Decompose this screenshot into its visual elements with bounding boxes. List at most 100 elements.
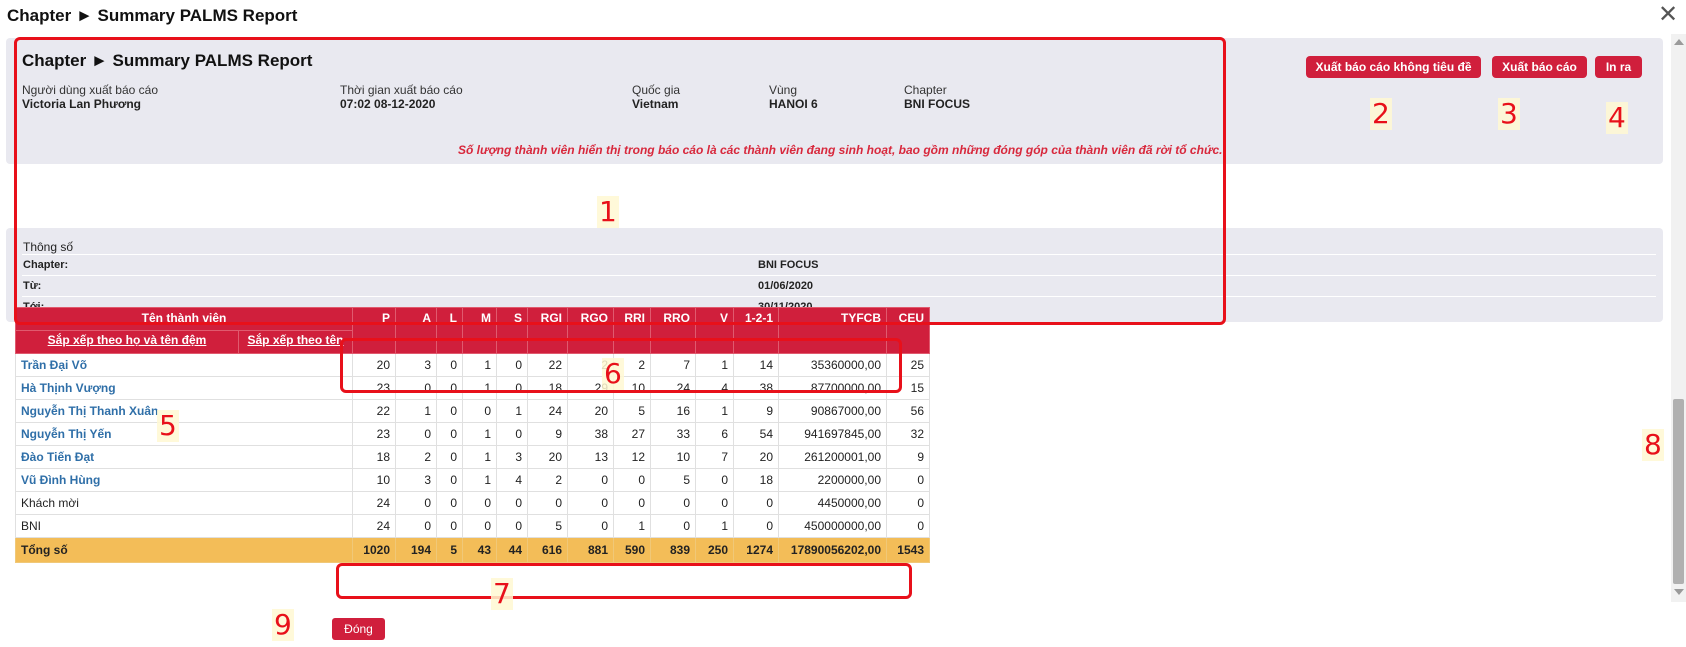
metric-cell: 1	[496, 399, 528, 423]
member-name-link[interactable]: Đào Tiến Đạt	[21, 450, 94, 464]
metric-cell: 261200001,00	[778, 445, 887, 469]
metric-cell: 20	[527, 445, 568, 469]
metric-cell: 0	[395, 422, 437, 446]
metric-cell: 20	[733, 445, 779, 469]
metric-cell: 1	[695, 514, 734, 538]
annotation-label-3: 3	[1498, 97, 1520, 130]
metric-cell: 0	[886, 468, 930, 492]
table-row: Nguyễn Thị Thanh Xuân 22 1 0 0 1 24 20 5 16 1 9 9086…	[15, 399, 930, 423]
member-name-link[interactable]: Trần Đại Võ	[21, 358, 87, 372]
metric-cell: 18	[733, 468, 779, 492]
scroll-down-arrow-icon[interactable]	[1674, 589, 1684, 595]
member-name-text: BNI	[21, 519, 42, 533]
total-cell: 1020	[352, 537, 396, 563]
close-icon[interactable]: ✕	[1657, 3, 1679, 27]
metric-cell: 3	[395, 468, 437, 492]
scroll-up-arrow-icon[interactable]	[1674, 39, 1684, 45]
sort-by-full-name-link[interactable]: Sắp xếp theo họ và tên đệm	[48, 333, 207, 347]
metric-cell: 10	[352, 468, 396, 492]
metric-cell: 4	[496, 468, 528, 492]
annotation-label-1: 1	[597, 195, 619, 228]
metric-cell: 0	[496, 491, 528, 515]
member-name-cell: Nguyễn Thị Yến	[15, 422, 353, 446]
sort-by-first-name-cell: Sắp xếp theo tên	[238, 330, 353, 354]
metric-cell: 24	[527, 399, 568, 423]
metric-cell: 24	[352, 514, 396, 538]
metric-cell: 0	[733, 491, 779, 515]
total-cell: 881	[567, 537, 614, 563]
member-name-cell: Vũ Đình Hùng	[15, 468, 353, 492]
member-name-cell: Đào Tiến Đạt	[15, 445, 353, 469]
metric-cell: 13	[567, 445, 614, 469]
vertical-scrollbar[interactable]	[1671, 34, 1686, 602]
metric-cell: 1	[462, 422, 497, 446]
annotation-label-4: 4	[1606, 101, 1628, 134]
metric-cell: 9	[886, 445, 930, 469]
annotation-label-8: 8	[1642, 428, 1664, 461]
metric-cell: 18	[352, 445, 396, 469]
metric-cell: 0	[395, 491, 437, 515]
metric-cell: 1	[462, 468, 497, 492]
metric-cell: 0	[886, 514, 930, 538]
metric-cell: 941697845,00	[778, 422, 887, 446]
metric-cell: 5	[613, 399, 651, 423]
metric-cell: 23	[352, 422, 396, 446]
table-row: Khách mời 24 0 0 0 0 0 0 0 0 0 0 4450000,00 0	[15, 491, 930, 515]
metric-cell: 0	[567, 491, 614, 515]
total-cell: 839	[650, 537, 696, 563]
total-cell: 5	[436, 537, 463, 563]
scrollbar-thumb[interactable]	[1673, 399, 1684, 584]
metric-cell: 2	[395, 445, 437, 469]
export-button[interactable]: Xuất báo cáo	[1492, 56, 1587, 78]
metric-cell: 22	[352, 399, 396, 423]
metric-cell: 0	[436, 468, 463, 492]
total-cell: 1274	[733, 537, 779, 563]
member-name-text: Khách mời	[21, 496, 79, 510]
metric-cell: 3	[496, 445, 528, 469]
metric-cell: 0	[462, 514, 497, 538]
annotation-label-9: 9	[272, 608, 294, 641]
member-name-link[interactable]: Vũ Đình Hùng	[21, 473, 100, 487]
close-button[interactable]: Đóng	[332, 618, 385, 640]
annotation-label-5: 5	[157, 409, 179, 442]
annotation-box-7	[336, 563, 912, 599]
metric-cell: 2	[527, 468, 568, 492]
metric-cell: 90867000,00	[778, 399, 887, 423]
sort-by-first-name-link[interactable]: Sắp xếp theo tên	[247, 333, 343, 347]
metric-cell: 16	[650, 399, 696, 423]
metric-cell: 38	[567, 422, 614, 446]
total-cell: 616	[527, 537, 568, 563]
member-name-link[interactable]: Hà Thịnh Vượng	[21, 381, 116, 395]
metric-cell: 450000000,00	[778, 514, 887, 538]
member-name-link[interactable]: Nguyễn Thị Yến	[21, 427, 111, 441]
metric-cell: 4450000,00	[778, 491, 887, 515]
metric-cell: 32	[886, 422, 930, 446]
total-cell: 1543	[886, 537, 930, 563]
member-name-cell: Nguyễn Thị Thanh Xuân	[15, 399, 353, 423]
metric-cell: 0	[436, 445, 463, 469]
metric-cell: 5	[650, 468, 696, 492]
metric-cell: 0	[567, 468, 614, 492]
metric-cell: 6	[695, 422, 734, 446]
metric-cell: 0	[496, 422, 528, 446]
total-cell: 44	[496, 537, 528, 563]
modal-header: Chapter ► Summary PALMS Report ✕	[0, 0, 1686, 34]
total-row: Tổng số 1020 194 5 43 44 616 881 590 839 250 1274 17…	[15, 537, 930, 563]
metric-cell: 0	[436, 422, 463, 446]
metric-cell: 0	[567, 514, 614, 538]
metric-cell: 33	[650, 422, 696, 446]
total-cell: 17890056202,00	[778, 537, 887, 563]
metric-cell: 0	[650, 491, 696, 515]
metric-cell: 0	[613, 468, 651, 492]
metric-cell: 0	[395, 514, 437, 538]
metric-cell: 0	[695, 491, 734, 515]
member-name-cell: Trần Đại Võ	[15, 353, 353, 377]
total-cell: 250	[695, 537, 734, 563]
table-row: Vũ Đình Hùng 10 3 0 1 4 2 0 0 5 0 18 2200000,00 0	[15, 468, 930, 492]
print-button[interactable]: In ra	[1595, 56, 1642, 78]
metric-cell: 7	[695, 445, 734, 469]
export-no-title-button[interactable]: Xuất báo cáo không tiêu đề	[1306, 56, 1481, 78]
metric-cell: 0	[886, 491, 930, 515]
metric-cell: 24	[352, 491, 396, 515]
member-name-link[interactable]: Nguyễn Thị Thanh Xuân	[21, 404, 158, 418]
